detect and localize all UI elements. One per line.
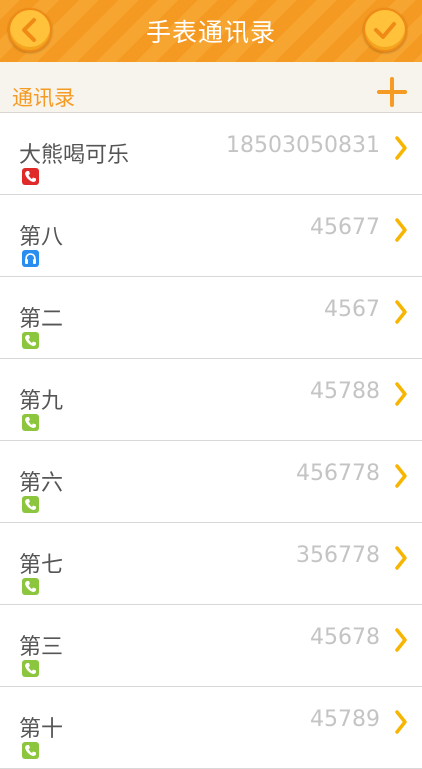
section-header: 通讯录 — [0, 62, 422, 113]
top-bar: 手表通讯录 — [0, 0, 422, 62]
page-title: 手表通讯录 — [145, 18, 276, 47]
contact-number: 45677 — [310, 215, 380, 240]
confirm-button[interactable] — [363, 8, 407, 52]
phone-icon — [22, 332, 39, 349]
contact-number: 45788 — [310, 379, 380, 404]
contact-name: 第七 — [19, 553, 64, 578]
chevron-right-icon — [395, 628, 407, 652]
contact-name: 第六 — [19, 471, 64, 496]
contact-name: 第二 — [19, 307, 64, 332]
contact-number: 18503050831 — [226, 133, 380, 158]
contact-number: 45789 — [310, 707, 380, 732]
contact-name: 第八 — [19, 225, 64, 250]
chevron-right-icon — [395, 218, 407, 242]
contact-name: 大熊喝可乐 — [19, 143, 130, 168]
section-title: 通讯录 — [12, 86, 75, 110]
phone-icon — [22, 414, 39, 431]
chevron-right-icon — [395, 546, 407, 570]
contact-row[interactable]: 第九 45788 — [0, 359, 422, 441]
phone-icon — [22, 578, 39, 595]
contact-row[interactable]: 第八 45677 — [0, 195, 422, 277]
contact-row[interactable]: 第二 4567 — [0, 277, 422, 359]
checkmark-icon — [374, 22, 396, 39]
contact-row[interactable]: 第七 356778 — [0, 523, 422, 605]
headset-icon — [22, 250, 39, 267]
chevron-right-icon — [395, 300, 407, 324]
chevron-right-icon — [395, 710, 407, 734]
contact-number: 4567 — [324, 297, 380, 322]
contact-name: 第三 — [19, 635, 64, 660]
contact-number: 456778 — [296, 461, 380, 486]
contact-row[interactable]: 第六 456778 — [0, 441, 422, 523]
plus-icon — [377, 77, 407, 107]
phone-icon — [22, 168, 39, 185]
contact-row[interactable]: 第十 45789 — [0, 687, 422, 769]
chevron-right-icon — [395, 464, 407, 488]
chevron-right-icon — [395, 136, 407, 160]
chevron-right-icon — [395, 382, 407, 406]
contact-list: 大熊喝可乐 18503050831 第八 45677 第二 4567 第九 45… — [0, 113, 422, 769]
phone-icon — [22, 496, 39, 513]
contact-name: 第九 — [19, 389, 64, 414]
contact-number: 356778 — [296, 543, 380, 568]
phone-icon — [22, 742, 39, 759]
contact-row[interactable]: 第三 45678 — [0, 605, 422, 687]
contact-row[interactable]: 大熊喝可乐 18503050831 — [0, 113, 422, 195]
contact-name: 第十 — [19, 717, 64, 742]
add-contact-button[interactable] — [376, 76, 408, 108]
contact-number: 45678 — [310, 625, 380, 650]
phone-icon — [22, 660, 39, 677]
